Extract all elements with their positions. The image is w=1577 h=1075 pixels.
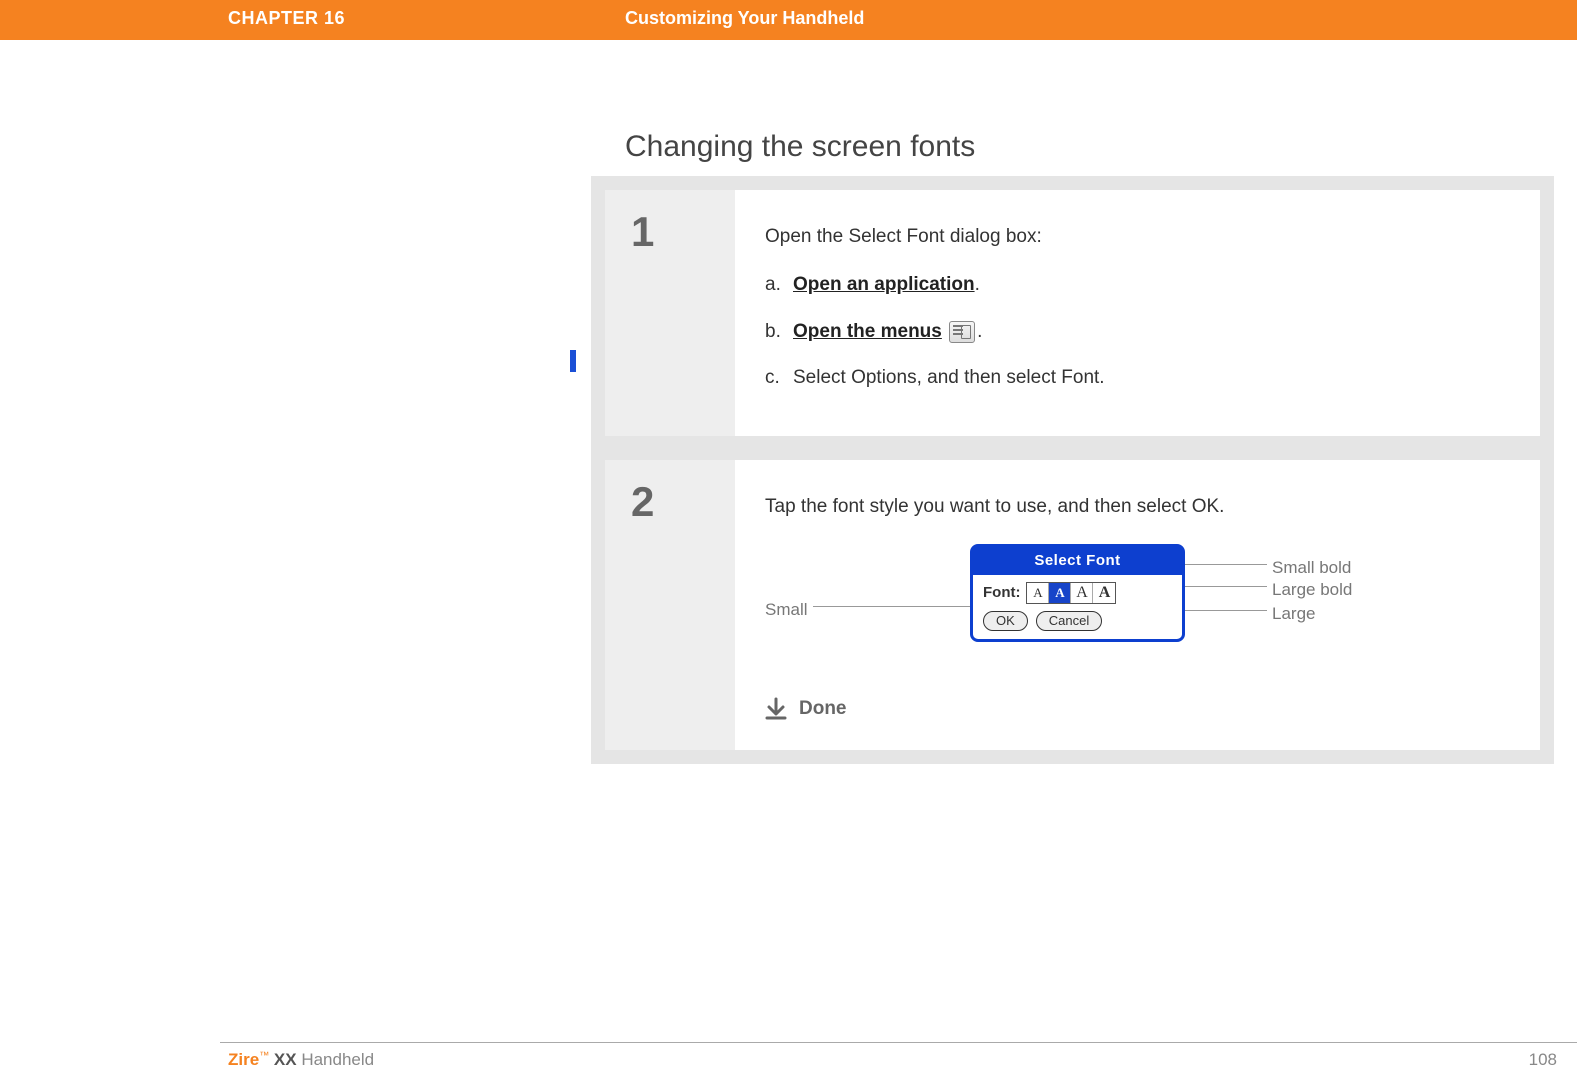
- sub-step: a. Open an application.: [765, 270, 1510, 300]
- sub-step-letter: b.: [765, 317, 793, 347]
- revision-mark: [570, 350, 576, 372]
- open-application-link[interactable]: Open an application: [793, 274, 975, 295]
- page-number: 108: [1529, 1050, 1557, 1070]
- font-option-large[interactable]: A: [1071, 583, 1093, 603]
- leader-line: [1185, 564, 1267, 565]
- font-option-small-bold[interactable]: A: [1049, 583, 1071, 603]
- sub-step-text: Select Options, and then select Font.: [793, 363, 1105, 393]
- menu-icon: [949, 321, 975, 343]
- font-option-group: A A A A: [1026, 582, 1116, 604]
- callout-large: Large: [1272, 600, 1315, 627]
- page: CHAPTER 16 Customizing Your Handheld Cha…: [0, 0, 1577, 1075]
- dialog-body: Font: A A A A OK Cancel: [973, 575, 1182, 639]
- select-font-figure: Small Small bold Large bold Large Select…: [765, 536, 1510, 676]
- sub-step-tail: .: [977, 321, 982, 342]
- step-card: 1 Open the Select Font dialog box: a. Op…: [605, 190, 1540, 436]
- step-list: 1 Open the Select Font dialog box: a. Op…: [605, 190, 1540, 774]
- dialog-title: Select Font: [973, 547, 1182, 575]
- sub-step: b. Open the menus .: [765, 317, 1510, 347]
- font-option-small[interactable]: A: [1027, 583, 1049, 603]
- dialog-button-row: OK Cancel: [983, 611, 1172, 631]
- step-number-column: 2: [605, 460, 735, 751]
- step-body: Open the Select Font dialog box: a. Open…: [735, 190, 1540, 436]
- font-row: Font: A A A A: [983, 581, 1172, 605]
- ok-button[interactable]: OK: [983, 611, 1028, 631]
- done-indicator: Done: [765, 694, 1510, 724]
- sub-step-letter: c.: [765, 363, 793, 393]
- sub-step-tail: .: [975, 274, 980, 295]
- header-bar: CHAPTER 16 Customizing Your Handheld: [0, 0, 1577, 40]
- sub-step-text: Open the menus .: [793, 317, 982, 347]
- trademark-symbol: ™: [259, 1050, 269, 1061]
- step-number-column: 1: [605, 190, 735, 436]
- font-option-large-bold[interactable]: A: [1093, 583, 1115, 603]
- open-menus-link[interactable]: Open the menus: [793, 321, 942, 342]
- done-arrow-icon: [765, 697, 787, 721]
- brand-name: Zire: [228, 1050, 259, 1069]
- section-heading: Changing the screen fonts: [625, 130, 975, 164]
- cancel-button[interactable]: Cancel: [1036, 611, 1102, 631]
- chapter-title: Customizing Your Handheld: [625, 8, 864, 29]
- chapter-label: CHAPTER 16: [228, 8, 345, 29]
- page-footer: Zire™ XX Handheld 108: [228, 1050, 1557, 1070]
- step-intro: Open the Select Font dialog box:: [765, 222, 1510, 252]
- sub-step-list: a. Open an application. b. Open the menu…: [765, 270, 1510, 393]
- done-label: Done: [799, 694, 847, 724]
- font-label: Font:: [983, 581, 1020, 605]
- select-font-dialog: Select Font Font: A A A A: [970, 544, 1185, 642]
- step-number: 2: [631, 478, 709, 526]
- product-suffix: Handheld: [297, 1050, 375, 1069]
- leader-line: [1185, 586, 1267, 587]
- footer-rule: [220, 1042, 1577, 1043]
- callout-small: Small: [765, 596, 808, 623]
- step-card: 2 Tap the font style you want to use, an…: [605, 460, 1540, 751]
- model-name: XX: [269, 1050, 296, 1069]
- leader-line: [813, 606, 970, 607]
- step-intro: Tap the font style you want to use, and …: [765, 492, 1510, 522]
- step-number: 1: [631, 208, 709, 256]
- sub-step: c. Select Options, and then select Font.: [765, 363, 1510, 393]
- sub-step-text: Open an application.: [793, 270, 980, 300]
- step-body: Tap the font style you want to use, and …: [735, 460, 1540, 751]
- footer-brand-block: Zire™ XX Handheld: [228, 1050, 374, 1070]
- sub-step-letter: a.: [765, 270, 793, 300]
- leader-line: [1185, 610, 1267, 611]
